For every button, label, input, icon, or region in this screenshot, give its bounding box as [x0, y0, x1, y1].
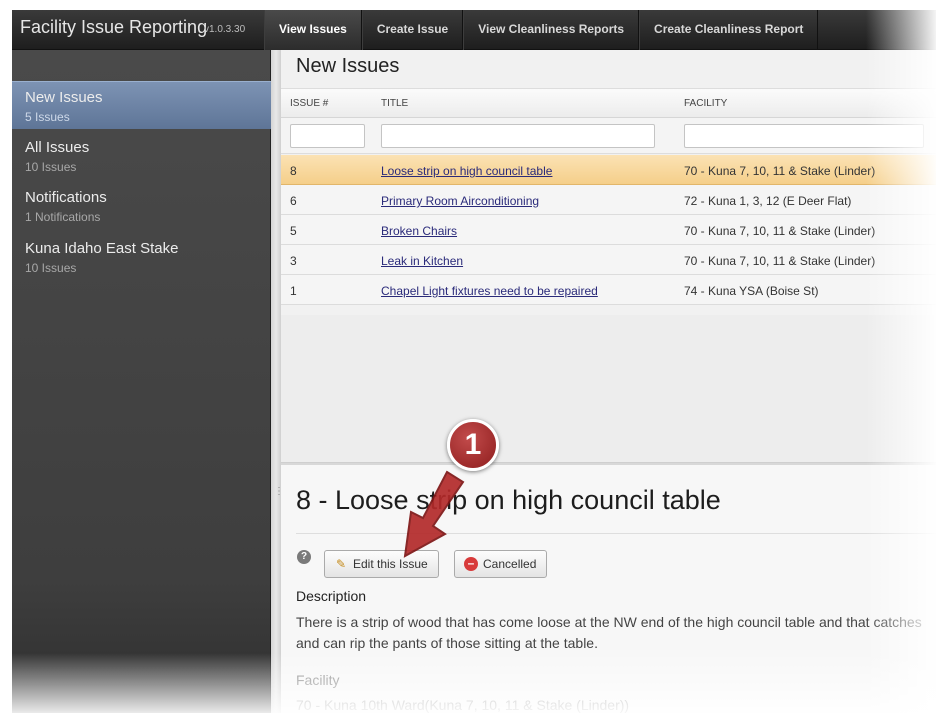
facility-cell: 70 - Kuna 7, 10, 11 & Stake (Linder) [684, 254, 876, 268]
column-header-facility[interactable]: FACILITY [684, 98, 727, 109]
issue-detail-title: 8 - Loose strip on high council table [296, 485, 721, 515]
table-row[interactable]: 8 Loose strip on high council table 70 -… [281, 155, 936, 185]
issue-detail-panel: 8 - Loose strip on high council table ? … [281, 463, 936, 713]
facility-value: 70 - Kuna 10th Ward(Kuna 7, 10, 11 & Sta… [296, 697, 630, 713]
column-header-title[interactable]: TITLE [381, 98, 408, 109]
sidebar-item-kuna-idaho-east-stake[interactable]: Kuna Idaho East Stake 10 Issues [12, 233, 271, 281]
sidebar-item-count: 10 Issues [25, 160, 77, 174]
sidebar-item-new-issues[interactable]: New Issues 5 Issues [12, 81, 271, 129]
splitter-grip-icon[interactable]: ⋮ [274, 487, 284, 497]
app-title: Facility Issue Reporting [20, 17, 208, 37]
help-icon[interactable]: ? [297, 550, 311, 564]
main-nav: View Issues Create Issue View Cleanlines… [264, 10, 819, 50]
step-callout-badge: 1 [447, 419, 499, 471]
column-header-issue-number[interactable]: ISSUE # [290, 98, 328, 109]
sidebar-item-count: 10 Issues [25, 261, 77, 275]
sidebar-item-label: Notifications [25, 189, 107, 206]
issue-number-cell: 3 [290, 254, 297, 268]
table-empty-area [281, 315, 936, 463]
sidebar-item-label: All Issues [25, 139, 90, 156]
title-filter-input[interactable] [381, 124, 655, 148]
sidebar-item-label: Kuna Idaho East Stake [25, 240, 179, 257]
facility-cell: 70 - Kuna 7, 10, 11 & Stake (Linder) [684, 164, 876, 178]
issue-number-cell: 8 [290, 164, 297, 178]
main-content: New Issues ISSUE # TITLE FACILITY 8 Loos… [281, 50, 936, 713]
description-text: There is a strip of wood that has come l… [296, 614, 922, 651]
issue-title-link[interactable]: Chapel Light fixtures need to be repaire… [381, 284, 598, 298]
tab-create-issue[interactable]: Create Issue [361, 10, 464, 50]
edit-icon: ✎ [335, 557, 347, 571]
cancelled-button-label: Cancelled [483, 557, 537, 571]
divider [296, 533, 936, 534]
facility-cell: 72 - Kuna 1, 3, 12 (E Deer Flat) [684, 194, 852, 208]
table-header: ISSUE # TITLE FACILITY [281, 88, 936, 118]
description-label: Description [296, 588, 367, 604]
sidebar-item-notifications[interactable]: Notifications 1 Notifications [12, 182, 271, 230]
sidebar-item-count: 5 Issues [25, 110, 70, 124]
tab-view-issues[interactable]: View Issues [264, 10, 362, 50]
table-row[interactable]: 6 Primary Room Airconditioning 72 - Kuna… [281, 185, 936, 215]
issue-number-cell: 6 [290, 194, 297, 208]
page-title: New Issues [296, 55, 400, 77]
pointer-arrow-icon [403, 470, 465, 558]
top-bar: Facility Issue Reporting v1.0.3.30 View … [12, 10, 936, 50]
table-row[interactable]: 1 Chapel Light fixtures need to be repai… [281, 275, 936, 305]
issue-number-cell: 1 [290, 284, 297, 298]
issue-title-link[interactable]: Loose strip on high council table [381, 164, 552, 178]
sidebar-item-all-issues[interactable]: All Issues 10 Issues [12, 132, 271, 180]
facility-filter-input[interactable] [684, 124, 924, 148]
table-row[interactable]: 5 Broken Chairs 70 - Kuna 7, 10, 11 & St… [281, 215, 936, 245]
filter-row [281, 118, 936, 154]
issue-number-filter-input[interactable] [290, 124, 365, 148]
sidebar-item-count: 1 Notifications [25, 210, 101, 224]
tab-create-cleanliness-report[interactable]: Create Cleanliness Report [639, 10, 819, 50]
cancelled-button[interactable]: – Cancelled [454, 550, 548, 578]
app-window: Facility Issue Reporting v1.0.3.30 View … [12, 10, 936, 713]
app-version: v1.0.3.30 [204, 24, 246, 35]
issue-number-cell: 5 [290, 224, 297, 238]
facility-cell: 70 - Kuna 7, 10, 11 & Stake (Linder) [684, 224, 876, 238]
sidebar: New Issues 5 Issues All Issues 10 Issues… [12, 50, 271, 713]
issue-title-link[interactable]: Primary Room Airconditioning [381, 194, 539, 208]
panel-splitter[interactable]: ⋮ [271, 50, 284, 713]
issue-title-link[interactable]: Leak in Kitchen [381, 254, 463, 268]
tab-view-cleanliness-reports[interactable]: View Cleanliness Reports [463, 10, 640, 50]
facility-label: Facility [296, 672, 340, 688]
facility-cell: 74 - Kuna YSA (Boise St) [684, 284, 819, 298]
table-row[interactable]: 3 Leak in Kitchen 70 - Kuna 7, 10, 11 & … [281, 245, 936, 275]
sidebar-item-label: New Issues [25, 89, 103, 106]
issue-title-link[interactable]: Broken Chairs [381, 224, 457, 238]
